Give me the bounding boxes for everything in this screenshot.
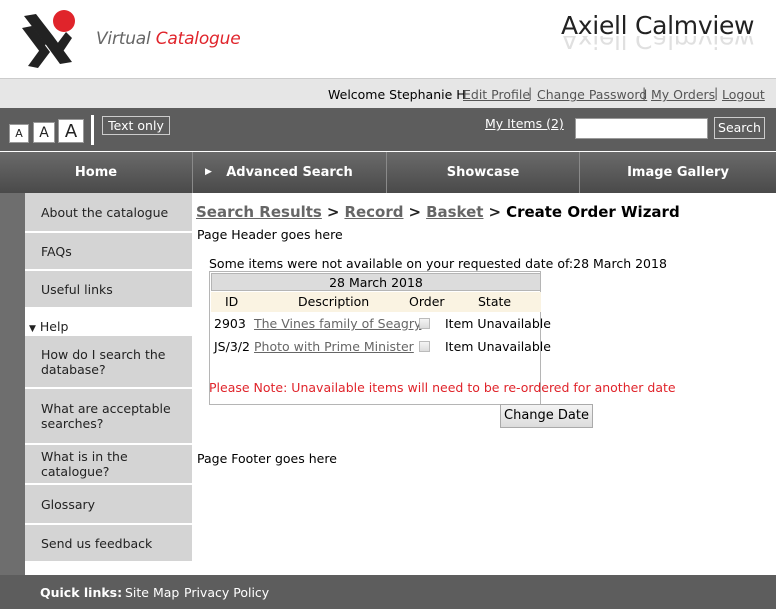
font-size-medium-button[interactable]: A [33,122,55,143]
link-divider: | [642,85,647,100]
triangle-down-icon: ▼ [29,324,36,334]
nav-label: Home [74,165,118,180]
user-bar: Welcome Stephanie H Edit Profile | Chang… [0,78,776,108]
order-items-table: 28 March 2018 ID Description Order State… [209,271,676,405]
nav-label: Showcase [446,165,520,180]
table-row: 2903 The Vines family of Seagry Item Una… [211,313,551,335]
row-id: 2903 [214,316,246,331]
my-items-link[interactable]: My Items (2) [485,116,564,131]
quick-links-label: Quick links: [40,585,123,600]
change-date-button[interactable]: Change Date [500,404,593,428]
search-button[interactable]: Search [714,117,765,139]
order-checkbox[interactable] [419,318,430,329]
link-divider: | [528,85,533,100]
my-orders-link[interactable]: My Orders [651,87,715,102]
font-size-small-button[interactable]: A [9,124,29,143]
privacy-policy-link[interactable]: Privacy Policy [184,585,269,600]
nav-home[interactable]: Home [0,152,193,193]
breadcrumb-record[interactable]: Record [344,203,403,221]
nav-label: Advanced Search [226,165,353,180]
column-header-id: ID [225,294,239,309]
breadcrumb: Search Results > Record > Basket > Create Orde… [196,203,680,221]
breadcrumb-separator: > [408,203,422,221]
column-header-description: Description [298,294,370,309]
sidebar-item-about[interactable]: About the catalogue [25,193,192,233]
brand-reflection: Axiell Calmview [561,36,755,54]
breadcrumb-separator: > [488,203,502,221]
sidebar-item-faqs[interactable]: FAQs [25,233,192,271]
breadcrumb-current: Create Order Wizard [506,203,680,221]
sidebar: About the catalogue FAQs Useful links ▼ … [25,193,192,563]
sidebar-item-glossary[interactable]: Glossary [25,485,192,525]
welcome-text: Welcome Stephanie H [328,87,466,102]
row-description-link[interactable]: Photo with Prime Minister [254,339,414,354]
table-date-header: 28 March 2018 [211,273,541,291]
nav-showcase[interactable]: Showcase [387,152,580,193]
nav-label: Image Gallery [627,165,729,180]
table-row: JS/3/2 Photo with Prime Minister Item Un… [211,336,551,358]
order-checkbox[interactable] [419,341,430,352]
nav-advanced-search[interactable]: ▶ Advanced Search [193,152,387,193]
tools-divider [91,115,94,145]
page-footer-text: Page Footer goes here [197,451,337,466]
main-nav: Home ▶ Advanced Search Showcase Image Gal… [0,152,776,193]
column-header-state: State [478,294,512,309]
logout-link[interactable]: Logout [722,87,765,102]
sidebar-item-acceptable-searches[interactable]: What are acceptable searches? [25,389,192,445]
row-state: Item Unavailable [445,339,551,354]
sidebar-item-how-search[interactable]: How do I search the database? [25,336,192,389]
text-only-button[interactable]: Text only [102,116,170,135]
link-divider: | [714,85,719,100]
breadcrumb-separator: > [326,203,340,221]
site-header: Virtual Catalogue Axiell Calmview Axiell… [0,0,776,78]
sidebar-item-feedback[interactable]: Send us feedback [25,525,192,563]
column-header-order: Order [409,294,445,309]
row-state: Item Unavailable [445,316,551,331]
nav-image-gallery[interactable]: Image Gallery [580,152,776,193]
change-password-link[interactable]: Change Password [537,87,647,102]
reorder-warning: Please Note: Unavailable items will need… [209,380,676,395]
tools-bar: A A A Text only My Items (2) Search [0,108,776,151]
font-size-large-button[interactable]: A [58,119,84,143]
triangle-right-icon: ▶ [205,167,212,177]
edit-profile-link[interactable]: Edit Profile [463,87,530,102]
sidebar-edge [0,193,25,575]
sidebar-item-useful-links[interactable]: Useful links [25,271,192,309]
breadcrumb-search-results[interactable]: Search Results [196,203,322,221]
unavailable-notice: Some items were not available on your re… [209,256,667,271]
breadcrumb-basket[interactable]: Basket [426,203,483,221]
virtual-catalogue-logo-text[interactable]: Virtual Catalogue [96,29,241,49]
footer-bar: Quick links: Site Map Privacy Policy [0,575,776,609]
sidebar-item-whats-in-catalogue[interactable]: What is in the catalogue? [25,445,192,485]
axiell-logo-icon[interactable] [20,8,82,70]
row-id: JS/3/2 [214,339,250,354]
page-header-text: Page Header goes here [197,227,343,242]
search-input[interactable] [575,118,708,139]
site-map-link[interactable]: Site Map [125,585,179,600]
table-column-headers: ID Description Order State [211,292,541,312]
row-description-link[interactable]: The Vines family of Seagry [254,316,421,331]
